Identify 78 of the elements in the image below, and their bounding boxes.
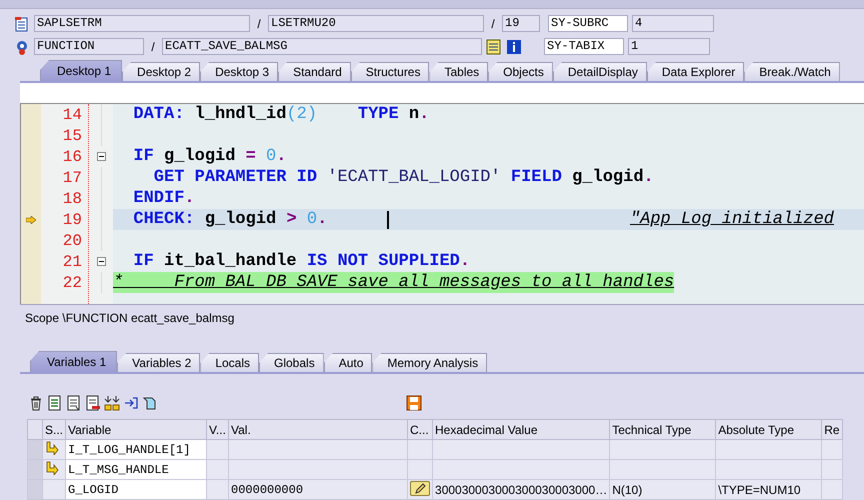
tab[interactable]: Break./Watch — [744, 62, 840, 81]
tab[interactable]: Locals — [200, 353, 259, 372]
line-number: 18 — [62, 188, 83, 209]
value-field: 4 — [632, 15, 714, 32]
value-field: 19 — [502, 15, 540, 32]
reference-arrow-icon — [45, 441, 59, 455]
table-cell: \TYPE=NUM10 — [716, 480, 822, 500]
table-cell: G_LOGID — [66, 480, 207, 500]
line-number: 20 — [62, 230, 83, 251]
line-number: 14 — [62, 104, 83, 125]
line-number: 16 — [62, 146, 83, 167]
code-line: IF it_bal_handle IS NOT SUPPLIED. — [132, 251, 470, 272]
tab[interactable]: Structures — [350, 62, 430, 81]
tab[interactable]: Auto — [324, 353, 372, 372]
table-cell: L_T_MSG_HANDLE — [66, 460, 207, 480]
table-cell: 0000000000 — [228, 480, 408, 500]
tab[interactable]: Desktop 2 — [122, 62, 200, 81]
column-header[interactable]: V... — [206, 420, 229, 440]
line-number: 17 — [62, 168, 83, 188]
list-icon[interactable] — [47, 395, 63, 411]
line-number: 15 — [62, 126, 83, 146]
list-icon[interactable] — [486, 38, 502, 54]
code-line: IF g_logid = 0. — [132, 146, 286, 167]
trash-icon[interactable] — [28, 395, 44, 411]
code-line: ENDIF. — [132, 188, 195, 209]
column-header[interactable]: C... — [408, 420, 433, 440]
table-cell: I_T_LOG_HANDLE[1] — [66, 440, 207, 460]
code-line: DATA: l_hndl_id(2) TYPE n. — [132, 104, 430, 125]
collapse-icon[interactable] — [96, 152, 106, 161]
value-field: 1 — [628, 38, 710, 55]
value-field: SAPLSETRM — [34, 15, 250, 32]
tab[interactable]: DetailDisplay — [552, 62, 647, 81]
scope-label: Scope \FUNCTION ecatt_save_balmsg — [25, 311, 234, 325]
tab[interactable]: Variables 1 — [30, 351, 118, 372]
collapse-icon[interactable] — [96, 257, 106, 266]
text-cursor — [387, 210, 390, 228]
list-delete-icon[interactable] — [85, 395, 101, 411]
code-comment: "App Log initialized — [630, 209, 834, 230]
tab[interactable]: Objects — [488, 62, 553, 81]
table-cell: N(10) — [610, 480, 716, 500]
sort-icon[interactable] — [104, 395, 120, 411]
info-icon[interactable] — [506, 38, 522, 54]
document-icon — [14, 16, 30, 32]
save-icon[interactable] — [406, 395, 422, 411]
table-cell: 300030003000300030003000… — [432, 480, 610, 500]
separator: / — [150, 40, 156, 54]
tab[interactable]: Standard — [278, 62, 351, 81]
line-number: 21 — [62, 252, 83, 272]
tab[interactable]: Globals — [259, 353, 324, 372]
code-line: GET PARAMETER ID 'ECATT_BAL_LOGID' FIELD g_logid. — [152, 167, 654, 188]
column-header[interactable]: Re — [822, 420, 842, 440]
separator: / — [256, 16, 262, 30]
tab[interactable]: Variables 2 — [117, 353, 200, 372]
column-header[interactable]: Variable — [66, 420, 207, 440]
reference-arrow-icon — [45, 461, 59, 475]
value-field: FUNCTION — [34, 38, 144, 55]
tab[interactable]: Desktop 1 — [40, 60, 122, 81]
line-number: 19 — [62, 210, 83, 230]
edit-button[interactable] — [410, 481, 430, 496]
system-field-name: SY-TABIX — [544, 38, 624, 55]
arrows-icon[interactable] — [123, 395, 139, 411]
system-field-name: SY-SUBRC — [548, 15, 628, 32]
column-header[interactable]: S... — [42, 420, 66, 440]
list-icon[interactable] — [66, 395, 82, 411]
tab[interactable]: Tables — [429, 62, 488, 81]
value-field: ECATT_SAVE_BALMSG — [162, 38, 482, 55]
code-line: CHECK: g_logid > 0. — [132, 209, 328, 230]
value-field: LSETRMU20 — [268, 15, 484, 32]
column-header[interactable]: Val. — [228, 420, 408, 440]
pencil-icon — [414, 482, 426, 495]
tab[interactable]: Memory Analysis — [372, 353, 488, 372]
tab[interactable]: Desktop 3 — [200, 62, 278, 81]
tab[interactable]: Data Explorer — [646, 62, 744, 81]
line-number: 22 — [62, 272, 83, 293]
column-header[interactable]: Absolute Type — [716, 420, 822, 440]
column-header[interactable]: Technical Type — [610, 420, 716, 440]
separator: / — [490, 16, 496, 30]
column-header[interactable]: Hexadecimal Value — [432, 420, 610, 440]
